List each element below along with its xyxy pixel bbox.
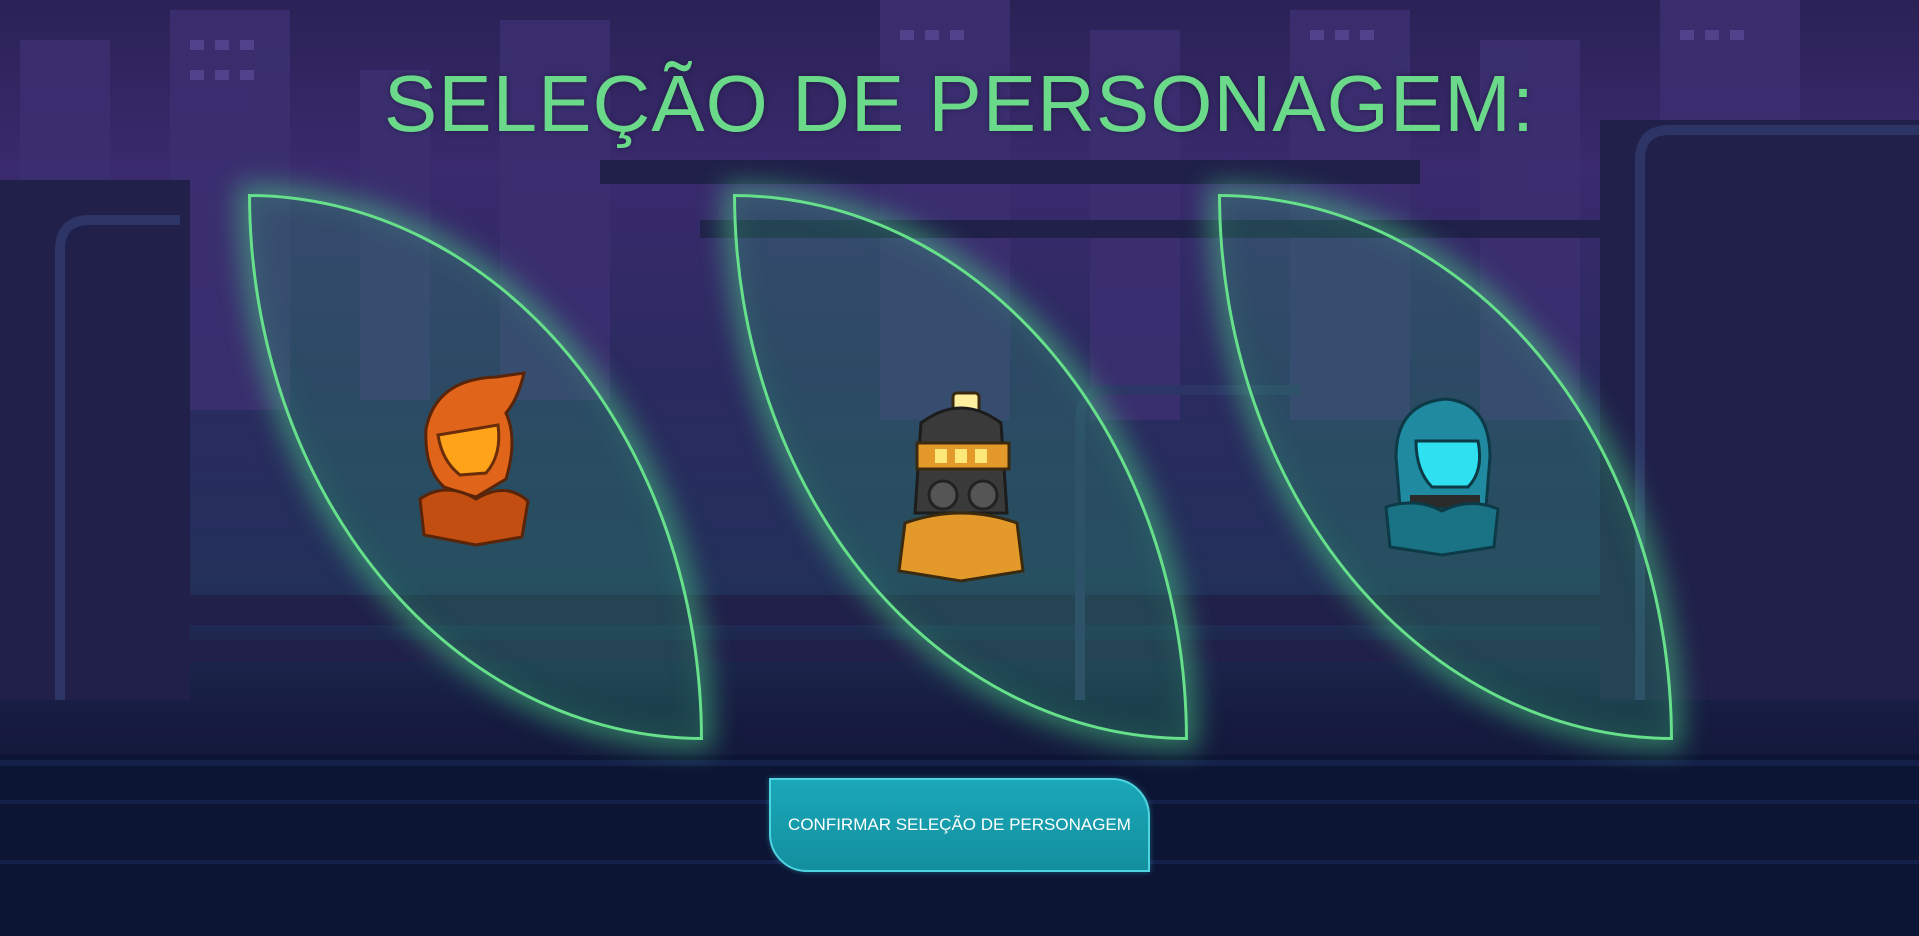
- confirm-selection-button[interactable]: CONFIRMAR SELEÇÃO DE PERSONAGEM: [769, 778, 1150, 872]
- miner-helmet-icon: [897, 391, 1025, 583]
- cyan-helmet-icon: [1384, 397, 1500, 557]
- character-select-screen: SELEÇÃO DE PERSONAGEM: orange-helmet-ico…: [0, 0, 1919, 936]
- page-title: SELEÇÃO DE PERSONAGEM:: [383, 59, 1536, 148]
- character-card-2-icon-label: miner-helmet-icon: [736, 197, 737, 198]
- character-card-3-icon-label: cyan-helmet-icon: [1221, 197, 1222, 198]
- orange-helmet-icon: [418, 371, 530, 547]
- character-card-1-icon-label: orange-helmet-icon: [251, 197, 252, 198]
